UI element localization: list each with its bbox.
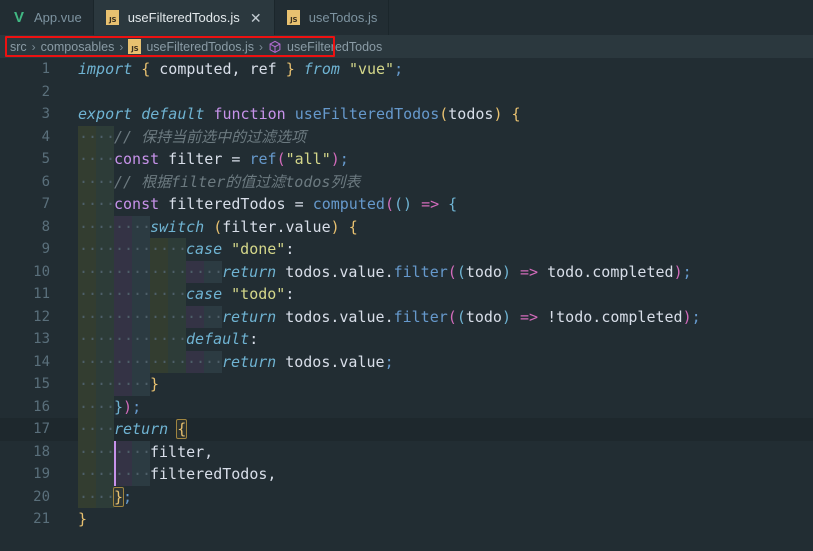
line-number: 14 bbox=[33, 353, 50, 370]
code-line[interactable]: 7 const filteredTodos = computed(() => { bbox=[0, 193, 813, 216]
breadcrumb-label: useFilteredTodos bbox=[287, 39, 383, 54]
breadcrumb-label: composables bbox=[40, 39, 115, 54]
line-number: 6 bbox=[41, 173, 50, 190]
tab-usefilteredtodos-js[interactable]: JS useFilteredTodos.js ✕ bbox=[93, 0, 275, 35]
code-line[interactable]: 19 filteredTodos, bbox=[0, 463, 813, 486]
code-line[interactable]: 12 return todos.value.filter((todo) => !… bbox=[0, 305, 813, 328]
js-badge-label: JS bbox=[287, 10, 301, 25]
code-line[interactable]: 6 // 根据filter的值过滤todos列表 bbox=[0, 170, 813, 193]
matching-bracket-open: { bbox=[176, 419, 188, 439]
line-number: 17 bbox=[33, 421, 50, 437]
line-content: }; bbox=[112, 486, 133, 507]
matching-bracket-close: } bbox=[112, 486, 125, 507]
line-content: filter, bbox=[150, 442, 214, 461]
line-content: default: bbox=[186, 330, 259, 348]
line-content: filteredTodos, bbox=[150, 465, 277, 483]
line-number: 1 bbox=[41, 61, 50, 77]
code-line[interactable]: 3 export default function useFilteredTod… bbox=[0, 103, 813, 126]
js-file-icon: JS bbox=[128, 39, 142, 54]
line-content: return todos.value; bbox=[222, 352, 394, 371]
code-line[interactable]: 14 return todos.value; bbox=[0, 350, 813, 373]
line-number: 16 bbox=[33, 398, 50, 415]
vue-file-icon: V bbox=[13, 9, 24, 26]
line-number: 12 bbox=[33, 308, 50, 325]
code-line[interactable]: 2 bbox=[0, 81, 813, 104]
line-content: import { computed, ref } from "vue"; bbox=[78, 60, 404, 78]
line-content: // 保持当前选中的过滤选项 bbox=[114, 127, 307, 146]
close-icon[interactable]: ✕ bbox=[249, 11, 263, 25]
line-content: return todos.value.filter((todo) => !tod… bbox=[222, 307, 701, 326]
line-number: 11 bbox=[33, 286, 50, 302]
chevron-right-icon: › bbox=[259, 39, 264, 54]
line-number: 5 bbox=[41, 151, 50, 167]
line-number: 10 bbox=[33, 263, 50, 280]
line-content: } bbox=[150, 375, 160, 393]
breadcrumb-item-file[interactable]: JS useFilteredTodos.js bbox=[128, 39, 254, 54]
breadcrumb-label: useFilteredTodos.js bbox=[146, 39, 255, 54]
line-content: case "todo": bbox=[186, 285, 295, 303]
line-content: }); bbox=[114, 397, 142, 416]
line-number: 2 bbox=[41, 83, 50, 100]
code-line[interactable]: 1 import { computed, ref } from "vue"; bbox=[0, 58, 813, 81]
tab-usetodos-js[interactable]: JS useTodos.js bbox=[274, 0, 390, 35]
js-badge-label: JS bbox=[128, 39, 142, 54]
tab-label: useFilteredTodos.js bbox=[127, 10, 240, 25]
line-content: return { bbox=[114, 419, 188, 439]
code-line[interactable]: 18 filter, bbox=[0, 440, 813, 463]
code-line[interactable]: 21 } bbox=[0, 508, 813, 531]
line-number: 15 bbox=[33, 376, 50, 392]
line-number: 7 bbox=[41, 196, 50, 212]
chevron-right-icon: › bbox=[31, 39, 36, 54]
code-line[interactable]: 5 const filter = ref("all"); bbox=[0, 148, 813, 171]
line-number: 4 bbox=[41, 128, 50, 145]
tab-app-vue[interactable]: V App.vue bbox=[0, 0, 94, 35]
line-content: switch (filter.value) { bbox=[150, 217, 358, 236]
line-content: case "done": bbox=[186, 240, 295, 258]
line-content: // 根据filter的值过滤todos列表 bbox=[114, 172, 361, 191]
breadcrumb-item-src[interactable]: src bbox=[10, 40, 27, 54]
line-number: 8 bbox=[41, 218, 50, 235]
active-indent-guide bbox=[114, 463, 116, 486]
js-file-icon: JS bbox=[105, 10, 121, 26]
code-line[interactable]: 15 } bbox=[0, 373, 813, 396]
code-line[interactable]: 13 default: bbox=[0, 328, 813, 351]
code-line[interactable]: 20 }; bbox=[0, 485, 813, 508]
symbol-cube-icon bbox=[268, 40, 282, 54]
code-line[interactable]: 8 switch (filter.value) { bbox=[0, 215, 813, 238]
code-line-current[interactable]: 17 return { bbox=[0, 418, 813, 441]
breadcrumb-label: src bbox=[10, 39, 27, 54]
line-content: const filter = ref("all"); bbox=[114, 150, 349, 168]
code-editor[interactable]: 1 import { computed, ref } from "vue"; 2… bbox=[0, 58, 813, 551]
line-content: return todos.value.filter((todo) => todo… bbox=[222, 262, 692, 281]
active-indent-guide bbox=[114, 440, 116, 463]
js-badge-label: JS bbox=[106, 10, 120, 25]
line-content: const filteredTodos = computed(() => { bbox=[114, 195, 458, 213]
line-number: 21 bbox=[33, 511, 50, 527]
code-line[interactable]: 10 return todos.value.filter((todo) => t… bbox=[0, 260, 813, 283]
line-number: 20 bbox=[33, 488, 50, 505]
line-content: export default function useFilteredTodos… bbox=[78, 105, 521, 123]
chevron-right-icon: › bbox=[119, 39, 124, 54]
line-number: 19 bbox=[33, 466, 50, 482]
line-number: 13 bbox=[33, 331, 50, 347]
line-number: 9 bbox=[41, 241, 50, 257]
code-line[interactable]: 16 }); bbox=[0, 395, 813, 418]
code-line[interactable]: 9 case "done": bbox=[0, 238, 813, 261]
line-number: 18 bbox=[33, 443, 50, 460]
tab-label: useTodos.js bbox=[308, 10, 378, 25]
tab-label: App.vue bbox=[34, 10, 82, 25]
breadcrumb-item-symbol[interactable]: useFilteredTodos bbox=[268, 40, 382, 54]
js-file-icon: JS bbox=[286, 10, 302, 26]
line-number: 3 bbox=[41, 106, 50, 122]
line-content: } bbox=[78, 510, 88, 528]
breadcrumb-item-composables[interactable]: composables bbox=[41, 40, 115, 54]
editor-tab-bar: V App.vue JS useFilteredTodos.js ✕ JS us… bbox=[0, 0, 813, 35]
breadcrumb: src › composables › JS useFilteredTodos.… bbox=[0, 35, 813, 58]
code-line[interactable]: 4 // 保持当前选中的过滤选项 bbox=[0, 125, 813, 148]
code-line[interactable]: 11 case "todo": bbox=[0, 283, 813, 306]
